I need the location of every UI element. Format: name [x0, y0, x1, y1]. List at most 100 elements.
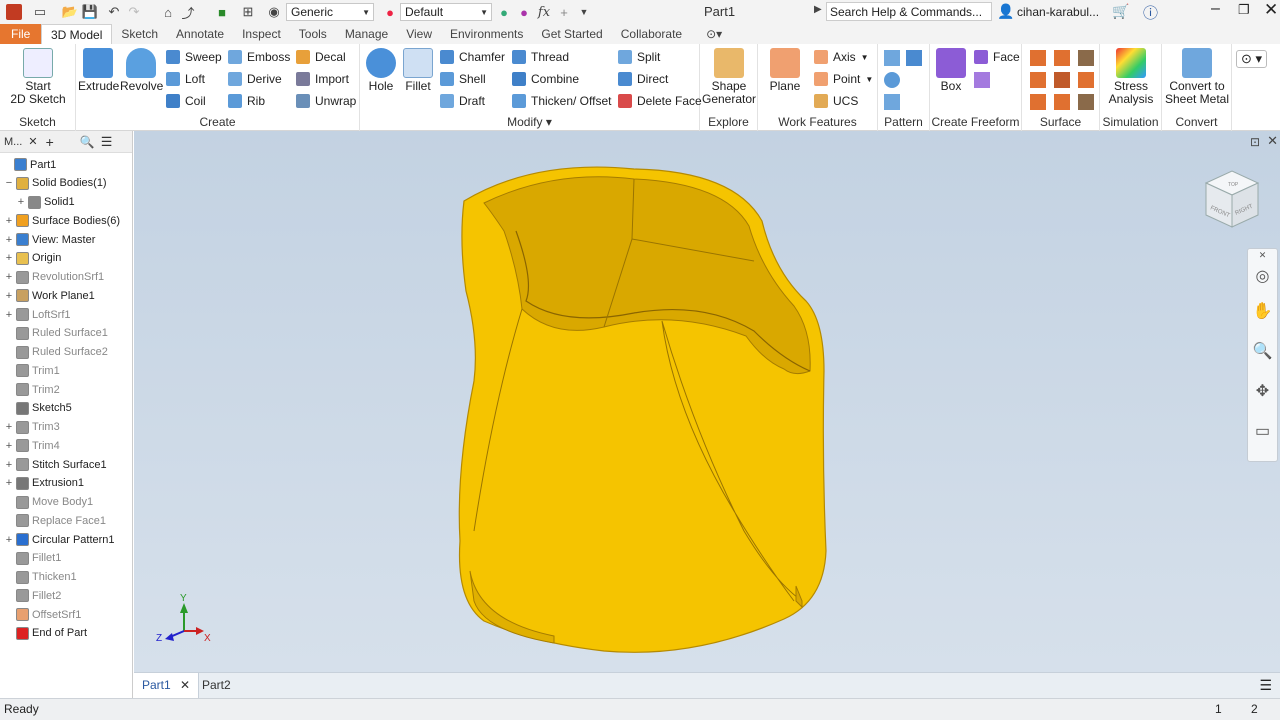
ribbon-extra-icon[interactable]: ⊙ ▾	[1236, 50, 1268, 68]
expand-icon[interactable]: +	[4, 421, 14, 433]
emboss-button[interactable]: Emboss	[228, 47, 290, 67]
tab-annotate[interactable]: Annotate	[167, 24, 233, 44]
measure-icon[interactable]: ⊞	[238, 2, 258, 22]
design-view-select[interactable]: Default ▼	[400, 3, 492, 21]
box-button[interactable]: Box	[934, 48, 968, 93]
hole-button[interactable]: Hole	[362, 48, 400, 93]
tree-node[interactable]: Thicken1	[4, 568, 77, 587]
tree-node[interactable]: Replace Face1	[4, 511, 106, 530]
tree-node[interactable]: Part1	[2, 155, 56, 174]
patch-icon[interactable]	[1054, 50, 1070, 66]
close-viewport-icon[interactable]: ✕	[1267, 133, 1278, 149]
stitch-icon[interactable]	[1030, 50, 1046, 66]
extrude-button[interactable]: Extrude	[78, 48, 119, 93]
restore-button[interactable]: ❐	[1238, 2, 1250, 18]
fillet-button[interactable]: Fillet	[400, 48, 436, 93]
adjust-icon[interactable]: ●	[494, 2, 514, 22]
tab-collaborate[interactable]: Collaborate	[612, 24, 691, 44]
unwrap-button[interactable]: Unwrap	[296, 91, 356, 111]
close-button[interactable]: ✕	[1264, 0, 1278, 20]
steering-wheel-icon[interactable]: ◎	[1248, 261, 1277, 291]
search-arrow-icon[interactable]: ▶	[814, 4, 822, 15]
help-icon[interactable]: ⓘ	[1143, 2, 1158, 23]
tree-node[interactable]: + Origin	[4, 249, 61, 268]
redo-icon[interactable]: ↷	[124, 2, 144, 22]
expand-icon[interactable]: +	[4, 459, 14, 471]
derive-button[interactable]: Derive	[228, 69, 282, 89]
freeform-more-icon[interactable]	[974, 72, 990, 88]
thread-button[interactable]: Thread	[512, 47, 569, 67]
app-logo-icon[interactable]	[4, 2, 24, 22]
coil-button[interactable]: Coil	[166, 91, 206, 111]
expand-icon[interactable]: +	[4, 477, 14, 489]
direct-button[interactable]: Direct	[618, 69, 668, 89]
tree-node[interactable]: Trim2	[4, 380, 60, 399]
minimize-button[interactable]: –	[1211, 0, 1220, 18]
point-button[interactable]: Point ▼	[814, 69, 873, 89]
split-button[interactable]: Split	[618, 47, 660, 67]
tab-environments[interactable]: Environments	[441, 24, 532, 44]
viewcube[interactable]	[1204, 170, 1260, 228]
import-button[interactable]: Import	[296, 69, 349, 89]
sweep-button[interactable]: Sweep	[166, 47, 222, 67]
ucs-button[interactable]: UCS	[814, 91, 858, 111]
expand-icon[interactable]: +	[4, 271, 14, 283]
start-2d-sketch-button[interactable]: Start 2D Sketch	[8, 48, 68, 106]
modify-panel-label[interactable]: Modify ▾	[360, 115, 699, 129]
open-icon[interactable]: 📂	[60, 2, 80, 22]
rectangular-pattern-icon[interactable]	[884, 50, 900, 66]
chamfer-button[interactable]: Chamfer	[440, 47, 505, 67]
tab-get-started[interactable]: Get Started	[532, 24, 611, 44]
face-button[interactable]: Face	[974, 47, 1020, 67]
decal-button[interactable]: Decal	[296, 47, 346, 67]
home-icon[interactable]: ⌂	[158, 2, 178, 22]
combine-button[interactable]: Combine	[512, 69, 579, 89]
loft-button[interactable]: Loft	[166, 69, 205, 89]
plane-button[interactable]: Plane	[766, 48, 804, 93]
account-name[interactable]: cihan-karabul...	[1017, 5, 1099, 19]
tree-node[interactable]: Fillet2	[4, 586, 61, 605]
tree-node[interactable]: + Work Plane1	[4, 286, 95, 305]
appearance-icon[interactable]: ◉	[264, 2, 284, 22]
navbar-close-icon[interactable]: ✕	[1248, 249, 1277, 261]
tree-node[interactable]: + LoftSrf1	[4, 305, 71, 324]
tree-node[interactable]: − Solid Bodies(1)	[4, 174, 107, 193]
browser-title[interactable]: M...	[4, 136, 22, 148]
doc-tab-part2[interactable]: Part2	[194, 673, 239, 698]
boundary-icon[interactable]	[1030, 94, 1046, 110]
expand-icon[interactable]: +	[4, 309, 14, 321]
tab-3d-model[interactable]: 3D Model	[41, 24, 113, 44]
save-icon[interactable]: 💾	[80, 2, 100, 22]
add-browser-icon[interactable]: +	[46, 134, 54, 150]
sketch-pattern-icon[interactable]	[884, 94, 900, 110]
expand-icon[interactable]: +	[4, 440, 14, 452]
menu-icon[interactable]: ☰	[101, 134, 113, 150]
cart-icon[interactable]: 🛒	[1112, 3, 1129, 20]
tree-node[interactable]: Sketch5	[4, 399, 72, 418]
tree-node[interactable]: Ruled Surface2	[4, 343, 108, 362]
tree-node[interactable]: + Trim3	[4, 418, 60, 437]
undo-icon[interactable]: ↶	[104, 2, 124, 22]
fit-mesh-icon[interactable]	[1078, 94, 1094, 110]
tree-node[interactable]: OffsetSrf1	[4, 605, 81, 624]
extend-icon[interactable]	[1054, 72, 1070, 88]
thicken-offset-button[interactable]: Thicken/ Offset	[512, 91, 611, 111]
zoom-icon[interactable]: 🔍	[1248, 331, 1277, 371]
mirror-icon[interactable]	[906, 50, 922, 66]
tree-node[interactable]: + Stitch Surface1	[4, 455, 107, 474]
tab-manage[interactable]: Manage	[336, 24, 397, 44]
tab-inspect[interactable]: Inspect	[233, 24, 290, 44]
draft-button[interactable]: Draft	[440, 91, 485, 111]
tree-node[interactable]: Trim1	[4, 361, 60, 380]
expand-icon[interactable]: +	[4, 252, 14, 264]
tree-node[interactable]: Fillet1	[4, 549, 61, 568]
clear-appearance-icon[interactable]: ●	[514, 2, 534, 22]
plus-icon[interactable]: +	[554, 2, 574, 22]
ruled-icon[interactable]	[1078, 72, 1094, 88]
rib-button[interactable]: Rib	[228, 91, 265, 111]
graphics-viewport[interactable]: Y X Z TOP FRONT RIGHT ⊡ ✕	[134, 131, 1280, 672]
expand-icon[interactable]: +	[4, 290, 14, 302]
tree-node[interactable]: + View: Master	[4, 230, 95, 249]
tree-node[interactable]: Ruled Surface1	[4, 324, 108, 343]
look-at-icon[interactable]: ▭	[1248, 411, 1277, 451]
